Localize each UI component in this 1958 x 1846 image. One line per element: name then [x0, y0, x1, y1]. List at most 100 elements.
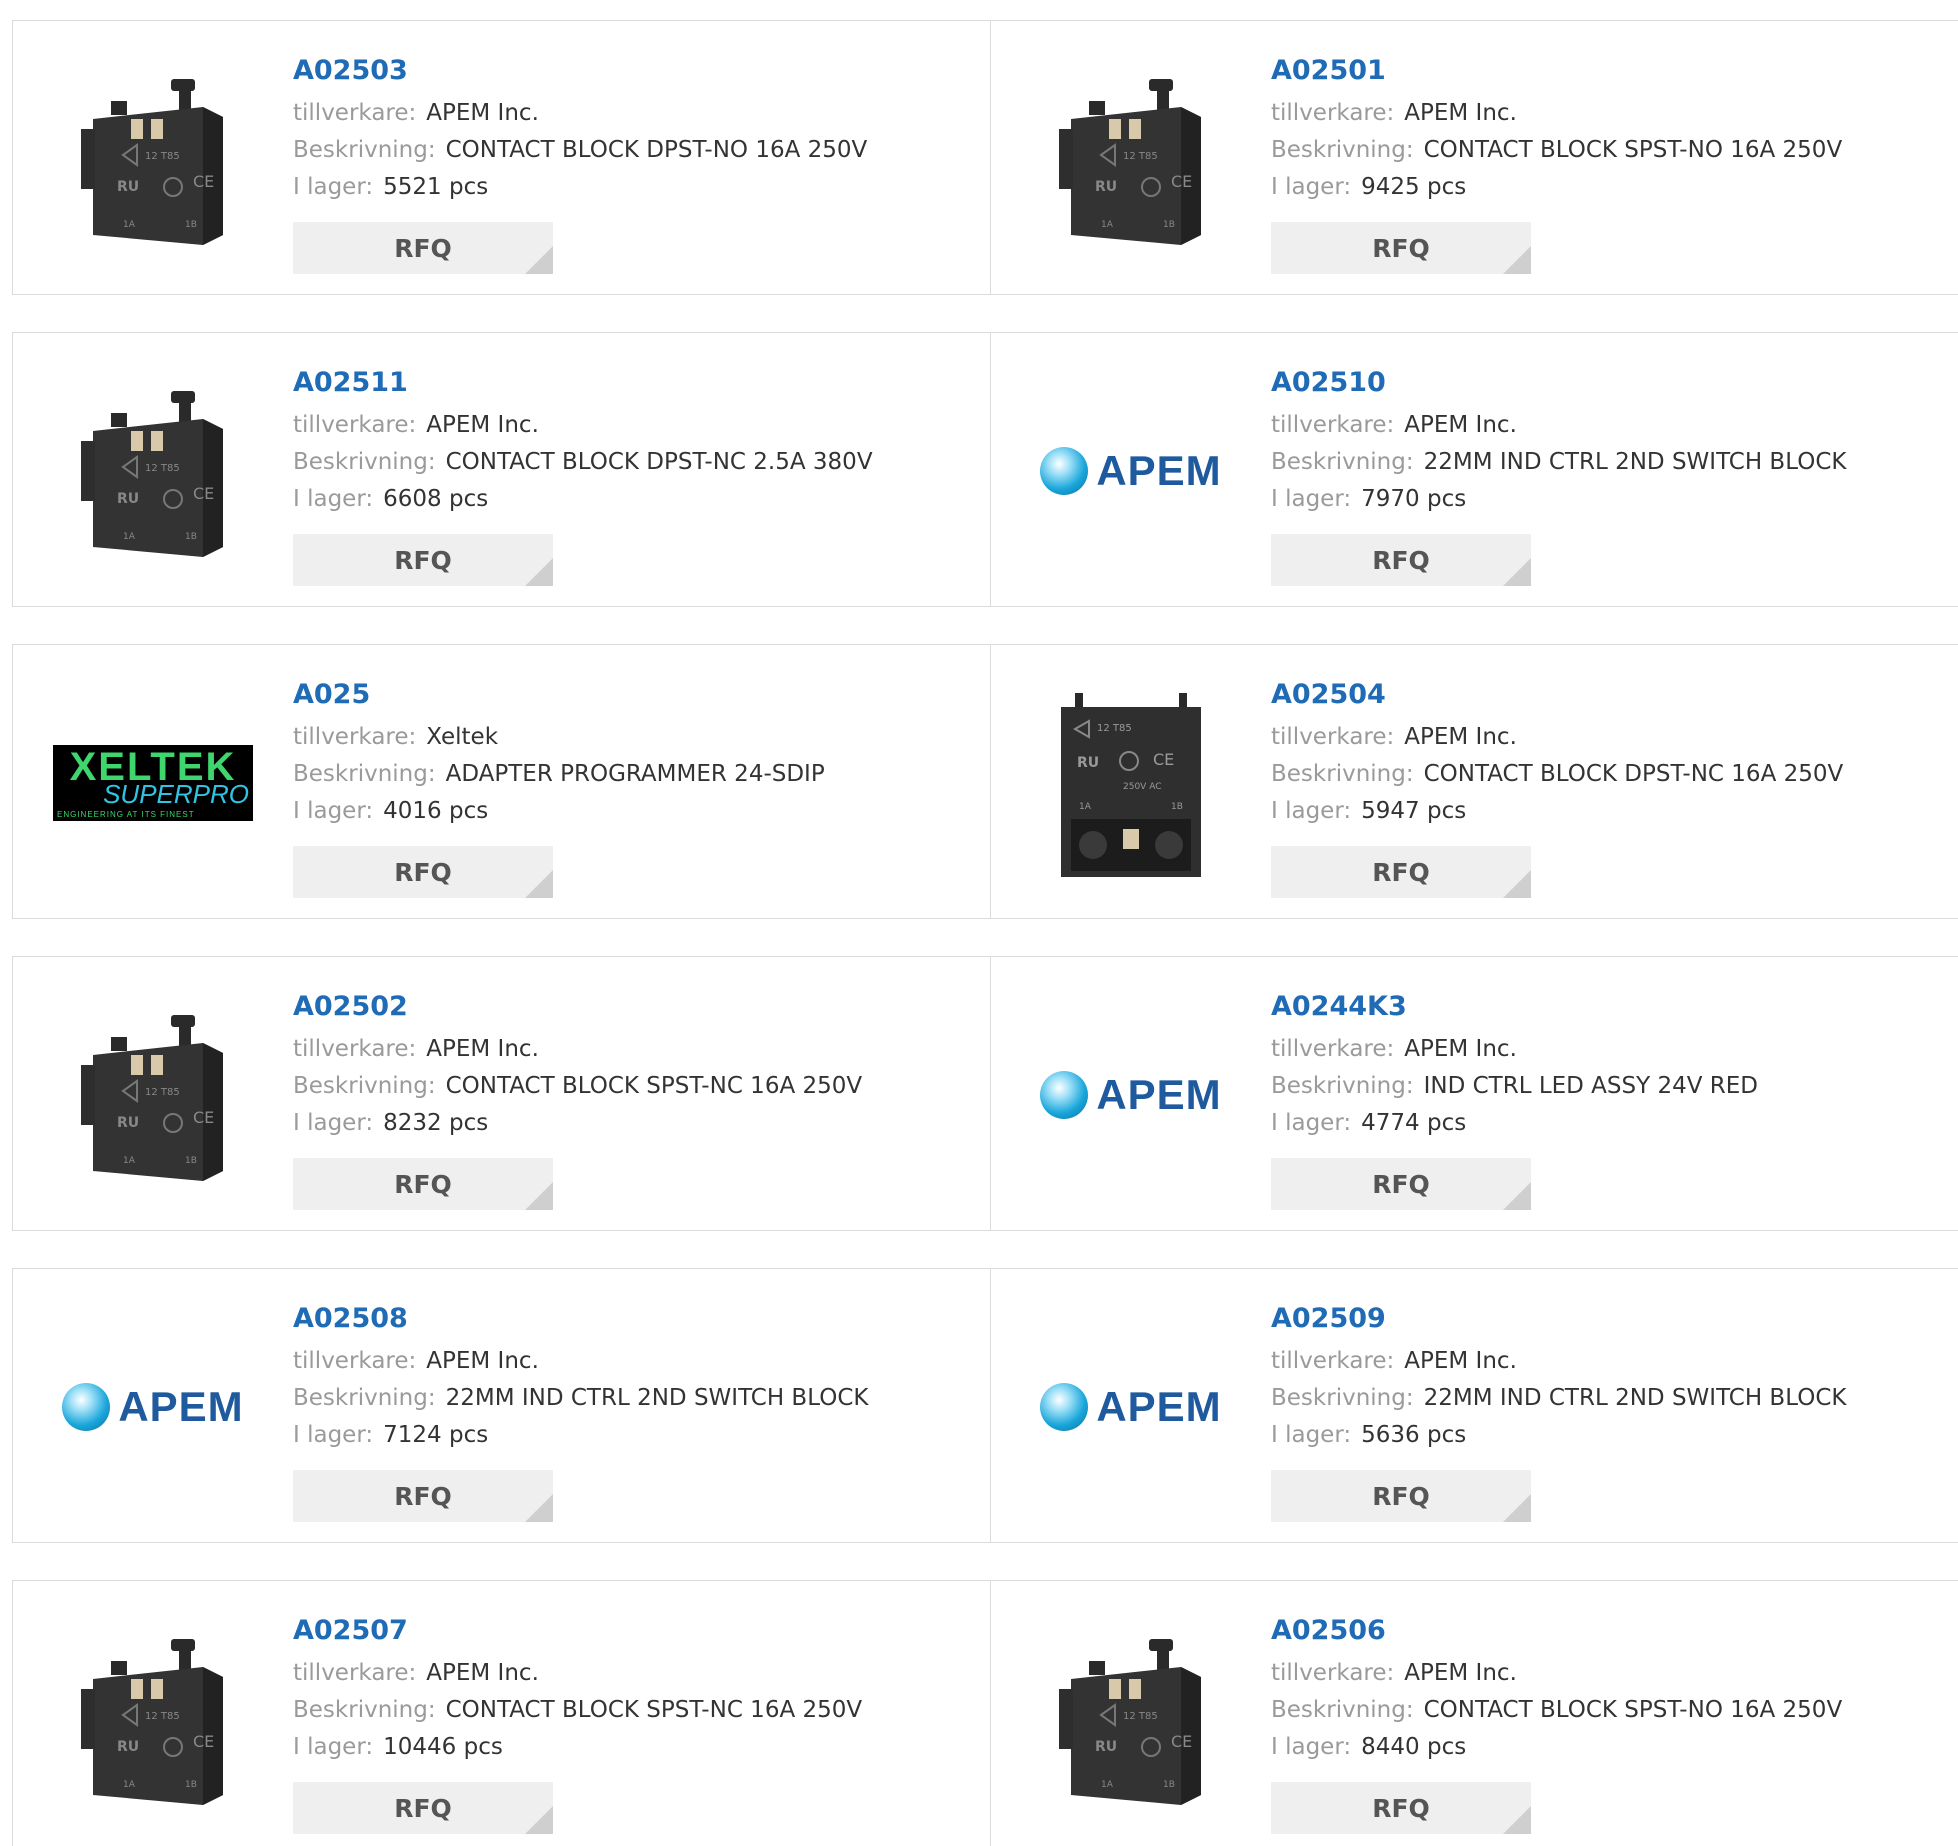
svg-text:CE: CE	[1171, 172, 1192, 191]
product-image[interactable]: APEM	[1031, 1307, 1231, 1507]
product-image[interactable]: 12 T85 CE RU 1A 1B	[1031, 1619, 1231, 1819]
stock-label: I lager:	[293, 798, 374, 824]
product-image[interactable]: XELTEK SUPERPRO ENGINEERING AT ITS FINES…	[53, 683, 253, 883]
part-number-link[interactable]: A02502	[293, 987, 862, 1027]
part-number-link[interactable]: A02504	[1271, 675, 1843, 715]
corner-triangle-icon	[525, 870, 553, 898]
product-info: A02507 tillverkare: APEM Inc. Beskrivning…	[293, 1611, 862, 1766]
manufacturer-value: APEM Inc.	[1404, 1036, 1517, 1062]
manufacturer-row: tillverkare: APEM Inc.	[1271, 1031, 1758, 1068]
corner-triangle-icon	[1503, 1806, 1531, 1834]
rfq-button[interactable]: RFQ	[1271, 846, 1531, 898]
svg-text:CE: CE	[193, 1108, 214, 1127]
rfq-button[interactable]: RFQ	[1271, 1158, 1531, 1210]
rfq-label: RFQ	[394, 1481, 452, 1511]
stock-value: 5521 pcs	[383, 174, 489, 200]
part-number-link[interactable]: A02508	[293, 1299, 868, 1339]
rfq-button[interactable]: RFQ	[1271, 1470, 1531, 1522]
corner-triangle-icon	[1503, 1182, 1531, 1210]
product-info: A02511 tillverkare: APEM Inc. Beskrivning…	[293, 363, 873, 518]
product-image[interactable]: 12 T85 CE RU 1A 1B	[53, 371, 253, 571]
rfq-button[interactable]: RFQ	[293, 1158, 553, 1210]
svg-text:1B: 1B	[1163, 220, 1175, 230]
part-number-link[interactable]: A0244K3	[1271, 987, 1758, 1027]
product-card: 12 T85 CE RU 1A 1B A02507 tillverkare: AP…	[12, 1580, 991, 1846]
svg-text:CE: CE	[1153, 750, 1174, 769]
description-label: Beskrivning:	[1271, 1385, 1414, 1411]
svg-text:12 T85: 12 T85	[1123, 151, 1158, 162]
apem-globe-icon	[1040, 1071, 1089, 1119]
svg-text:RU: RU	[1077, 755, 1099, 771]
corner-triangle-icon	[525, 1182, 553, 1210]
svg-text:250V AC: 250V AC	[1123, 782, 1161, 792]
apem-logo-text: APEM	[1096, 447, 1222, 494]
product-info: A02502 tillverkare: APEM Inc. Beskrivning…	[293, 987, 862, 1142]
product-card: APEM A0244K3 tillverkare: APEM Inc. Beskr…	[990, 956, 1958, 1231]
manufacturer-value: APEM Inc.	[426, 1036, 539, 1062]
stock-row: I lager: 4774 pcs	[1271, 1105, 1758, 1142]
description-value: 22MM IND CTRL 2ND SWITCH BLOCK	[445, 1385, 869, 1411]
xeltek-logo: XELTEK SUPERPRO ENGINEERING AT ITS FINES…	[53, 745, 253, 821]
part-number-link[interactable]: A02511	[293, 363, 873, 403]
manufacturer-label: tillverkare:	[293, 1036, 417, 1062]
stock-value: 4774 pcs	[1361, 1110, 1467, 1136]
product-info: A02509 tillverkare: APEM Inc. Beskrivning…	[1271, 1299, 1846, 1454]
svg-text:12 T85: 12 T85	[145, 151, 180, 162]
stock-row: I lager: 8440 pcs	[1271, 1729, 1842, 1766]
part-number-link[interactable]: A02509	[1271, 1299, 1846, 1339]
part-number-link[interactable]: A02507	[293, 1611, 862, 1651]
description-value: CONTACT BLOCK DPST-NC 2.5A 380V	[445, 449, 873, 475]
part-number-link[interactable]: A02503	[293, 51, 867, 91]
product-image[interactable]: 12 T85 CE RU 1A 1B	[53, 995, 253, 1195]
description-row: Beskrivning: 22MM IND CTRL 2ND SWITCH BLO…	[293, 1380, 868, 1417]
product-card: 12 T85 CE RU 250V AC 1A 1B A02504 tillve…	[990, 644, 1958, 919]
stock-label: I lager:	[1271, 1422, 1352, 1448]
product-image[interactable]: APEM	[1031, 371, 1231, 571]
manufacturer-label: tillverkare:	[1271, 724, 1395, 750]
part-number-link[interactable]: A025	[293, 675, 825, 715]
rfq-button[interactable]: RFQ	[293, 1782, 553, 1834]
stock-label: I lager:	[293, 1734, 374, 1760]
rfq-button[interactable]: RFQ	[293, 534, 553, 586]
manufacturer-row: tillverkare: APEM Inc.	[293, 1031, 862, 1068]
rfq-button[interactable]: RFQ	[1271, 534, 1531, 586]
stock-row: I lager: 6608 pcs	[293, 481, 873, 518]
svg-text:12 T85: 12 T85	[145, 1711, 180, 1722]
rfq-button[interactable]: RFQ	[1271, 1782, 1531, 1834]
manufacturer-row: tillverkare: APEM Inc.	[1271, 407, 1846, 444]
manufacturer-value: APEM Inc.	[1404, 1348, 1517, 1374]
svg-text:12 T85: 12 T85	[1123, 1711, 1158, 1722]
product-image[interactable]: 12 T85 CE RU 1A 1B	[53, 1619, 253, 1819]
stock-value: 7970 pcs	[1361, 486, 1467, 512]
rfq-button[interactable]: RFQ	[293, 846, 553, 898]
manufacturer-row: tillverkare: Xeltek	[293, 719, 825, 756]
svg-text:RU: RU	[1095, 1739, 1117, 1755]
corner-triangle-icon	[525, 246, 553, 274]
stock-row: I lager: 10446 pcs	[293, 1729, 862, 1766]
product-image[interactable]: 12 T85 CE RU 1A 1B	[1031, 59, 1231, 259]
xeltek-logo-tagline: ENGINEERING AT ITS FINEST	[57, 810, 195, 819]
product-row: 12 T85 CE RU 1A 1B A02502 tillverkare: AP…	[12, 956, 1958, 1231]
product-info: A02508 tillverkare: APEM Inc. Beskrivning…	[293, 1299, 868, 1454]
part-number-link[interactable]: A02501	[1271, 51, 1842, 91]
stock-label: I lager:	[1271, 486, 1352, 512]
part-number-link[interactable]: A02510	[1271, 363, 1846, 403]
product-image[interactable]: 12 T85 CE RU 1A 1B	[53, 59, 253, 259]
product-image[interactable]: APEM	[1031, 995, 1231, 1195]
part-number-link[interactable]: A02506	[1271, 1611, 1842, 1651]
product-row: 12 T85 CE RU 1A 1B A02503 tillverkare: AP…	[12, 20, 1958, 295]
rfq-button[interactable]: RFQ	[293, 1470, 553, 1522]
manufacturer-value: Xeltek	[426, 724, 499, 750]
product-row: XELTEK SUPERPRO ENGINEERING AT ITS FINES…	[12, 644, 1958, 919]
product-image[interactable]: 12 T85 CE RU 250V AC 1A 1B	[1031, 683, 1231, 883]
stock-value: 10446 pcs	[383, 1734, 503, 1760]
description-value: CONTACT BLOCK SPST-NO 16A 250V	[1423, 137, 1843, 163]
product-image[interactable]: APEM	[53, 1307, 253, 1507]
stock-label: I lager:	[293, 174, 374, 200]
contact-block-image: 12 T85 CE RU 1A 1B	[1059, 1639, 1201, 1805]
rfq-button[interactable]: RFQ	[1271, 222, 1531, 274]
rfq-button[interactable]: RFQ	[293, 222, 553, 274]
description-label: Beskrivning:	[1271, 449, 1414, 475]
product-row: 12 T85 CE RU 1A 1B A02511 tillverkare: AP…	[12, 332, 1958, 607]
svg-text:RU: RU	[117, 179, 139, 195]
